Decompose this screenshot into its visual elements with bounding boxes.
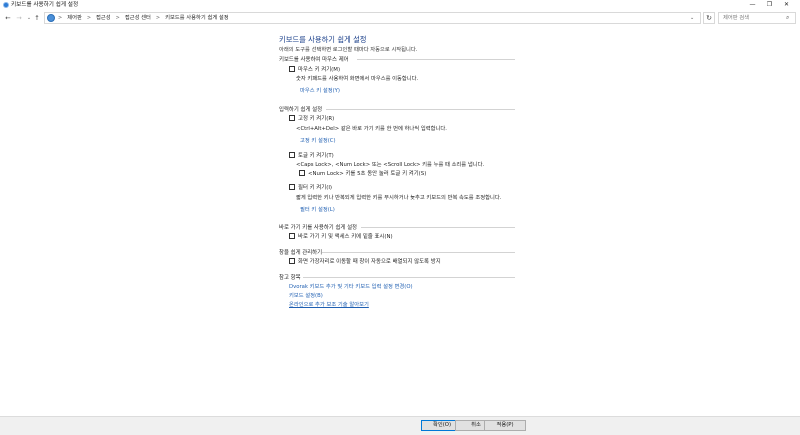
main-content: 키보드를 사용하기 쉽게 설정 아래의 도구를 선택하면 로그인할 때마다 자동… <box>0 26 800 416</box>
filter-keys-label[interactable]: 필터 키 켜기(I) <box>298 183 332 191</box>
mouse-keys-checkbox[interactable]: 마우스 키 켜기(M) <box>289 65 340 73</box>
up-button[interactable]: ↑ <box>33 14 41 22</box>
minimize-button[interactable]: — <box>748 1 757 9</box>
recent-locations-dropdown[interactable]: ⌄ <box>25 14 33 22</box>
sticky-keys-checkbox[interactable]: 고정 키 켜기(R) <box>289 114 334 122</box>
breadcrumb-separator[interactable]: > <box>156 15 160 22</box>
checkbox-box[interactable] <box>289 152 295 158</box>
breadcrumb-separator[interactable]: > <box>87 15 91 22</box>
filter-keys-settings-link[interactable]: 필터 키 설정(L) <box>300 205 335 213</box>
toggle-keys-description: <Caps Lock>, <Num Lock> 또는 <Scroll Lock>… <box>296 162 485 168</box>
page-title: 키보드를 사용하기 쉽게 설정 <box>279 35 367 44</box>
restore-button[interactable]: ❐ <box>765 1 774 9</box>
mouse-keys-settings-link[interactable]: 마우스 키 설정(Y) <box>300 86 340 94</box>
checkbox-box[interactable] <box>289 115 295 121</box>
window-title: 키보드를 사용하기 쉽게 설정 <box>11 2 79 8</box>
breadcrumb-accessibility[interactable]: 접근성 <box>96 15 111 22</box>
section-divider <box>361 227 515 228</box>
checkbox-box[interactable] <box>289 233 295 239</box>
search-icon[interactable]: ⌕ <box>786 14 789 22</box>
breadcrumb-control-panel[interactable]: 제어판 <box>67 15 82 22</box>
underline-shortcuts-checkbox[interactable]: 바로 가기 키 및 액세스 키에 밑줄 표시(N) <box>289 232 393 240</box>
mouse-keys-description: 숫자 키패드를 사용하여 화면에서 마우스를 이동합니다. <box>296 76 419 82</box>
assistive-tech-online-link[interactable]: 온라인으로 추가 보조 기술 알아보기 <box>289 300 369 308</box>
breadcrumb-current-page[interactable]: 키보드를 사용하기 쉽게 설정 <box>165 15 229 22</box>
address-history-dropdown[interactable]: ⌄ <box>690 15 694 21</box>
control-panel-icon <box>3 2 9 8</box>
control-panel-icon <box>47 14 55 22</box>
toggle-keys-label[interactable]: 토글 키 켜기(T) <box>298 151 334 159</box>
breadcrumb: > 제어판 > 접근성 > 접근성 센터 > 키보드를 사용하기 쉽게 설정 <box>58 15 229 22</box>
dialog-footer: 확인(O) 취소 적용(P) <box>0 416 800 435</box>
page-subtitle: 아래의 도구를 선택하면 로그인할 때마다 자동으로 시작됩니다. <box>279 47 418 53</box>
num-lock-toggle-checkbox[interactable]: <Num Lock> 키를 5초 동안 눌러 토글 키 켜기(S) <box>299 169 426 177</box>
sticky-keys-settings-link[interactable]: 고정 키 설정(C) <box>300 136 336 144</box>
search-input[interactable] <box>723 14 783 22</box>
search-box: ⌕ <box>718 12 796 24</box>
forward-button[interactable]: → <box>15 14 23 22</box>
section-divider <box>303 277 515 278</box>
navigation-bar: ← → ⌄ ↑ > 제어판 > 접근성 > 접근성 센터 > 키보드를 사용하기… <box>0 11 800 25</box>
prevent-snap-checkbox[interactable]: 화면 가장자리로 이동할 때 창이 자동으로 배열되지 않도록 방지 <box>289 257 441 265</box>
filter-keys-description: 짧게 입력한 키나 반복되게 입력한 키를 무시하거나 늦추고 키보드의 반복 … <box>296 195 502 201</box>
sticky-keys-label[interactable]: 고정 키 켜기(R) <box>298 114 334 122</box>
address-bar[interactable]: > 제어판 > 접근성 > 접근성 센터 > 키보드를 사용하기 쉽게 설정 ⌄ <box>44 12 701 24</box>
underline-shortcuts-label[interactable]: 바로 가기 키 및 액세스 키에 밑줄 표시(N) <box>298 232 393 240</box>
section-divider <box>357 59 515 60</box>
section-heading-window-management: 창을 쉽게 관리하기 <box>279 250 323 256</box>
filter-keys-checkbox[interactable]: 필터 키 켜기(I) <box>289 183 332 191</box>
refresh-button[interactable]: ↻ <box>703 12 715 24</box>
section-divider <box>322 252 515 253</box>
breadcrumb-separator[interactable]: > <box>116 15 120 22</box>
title-bar: 키보드를 사용하기 쉽게 설정 — ❐ ✕ <box>0 0 800 10</box>
dvorak-keyboard-link[interactable]: Dvorak 키보드 추가 및 기타 키보드 입력 설정 변경(O) <box>289 282 413 290</box>
checkbox-box[interactable] <box>299 170 305 176</box>
apply-button[interactable]: 적용(P) <box>484 420 526 431</box>
num-lock-toggle-label[interactable]: <Num Lock> 키를 5초 동안 눌러 토글 키 켜기(S) <box>308 169 426 177</box>
back-button[interactable]: ← <box>4 14 12 22</box>
checkbox-box[interactable] <box>289 66 295 72</box>
sticky-keys-description: <Ctrl+Alt+Del> 같은 바로 가기 키를 한 번에 하나씩 입력합니… <box>296 126 447 132</box>
section-heading-shortcut-keys: 바로 가기 키를 사용하기 쉽게 설정 <box>279 225 357 231</box>
section-heading-typing: 입력하기 쉽게 설정 <box>279 107 323 113</box>
breadcrumb-separator[interactable]: > <box>58 15 62 22</box>
prevent-snap-label[interactable]: 화면 가장자리로 이동할 때 창이 자동으로 배열되지 않도록 방지 <box>298 257 441 265</box>
toggle-keys-checkbox[interactable]: 토글 키 켜기(T) <box>289 151 334 159</box>
breadcrumb-ease-of-access-center[interactable]: 접근성 센터 <box>125 15 151 22</box>
mouse-keys-label[interactable]: 마우스 키 켜기(M) <box>298 65 340 73</box>
section-heading-see-also: 참고 항목 <box>279 275 301 281</box>
checkbox-box[interactable] <box>289 184 295 190</box>
keyboard-settings-link[interactable]: 키보드 설정(B) <box>289 291 323 299</box>
close-button[interactable]: ✕ <box>782 1 791 9</box>
checkbox-box[interactable] <box>289 258 295 264</box>
section-heading-mouse: 키보드를 사용하여 마우스 제어 <box>279 57 349 63</box>
section-divider <box>326 109 515 110</box>
